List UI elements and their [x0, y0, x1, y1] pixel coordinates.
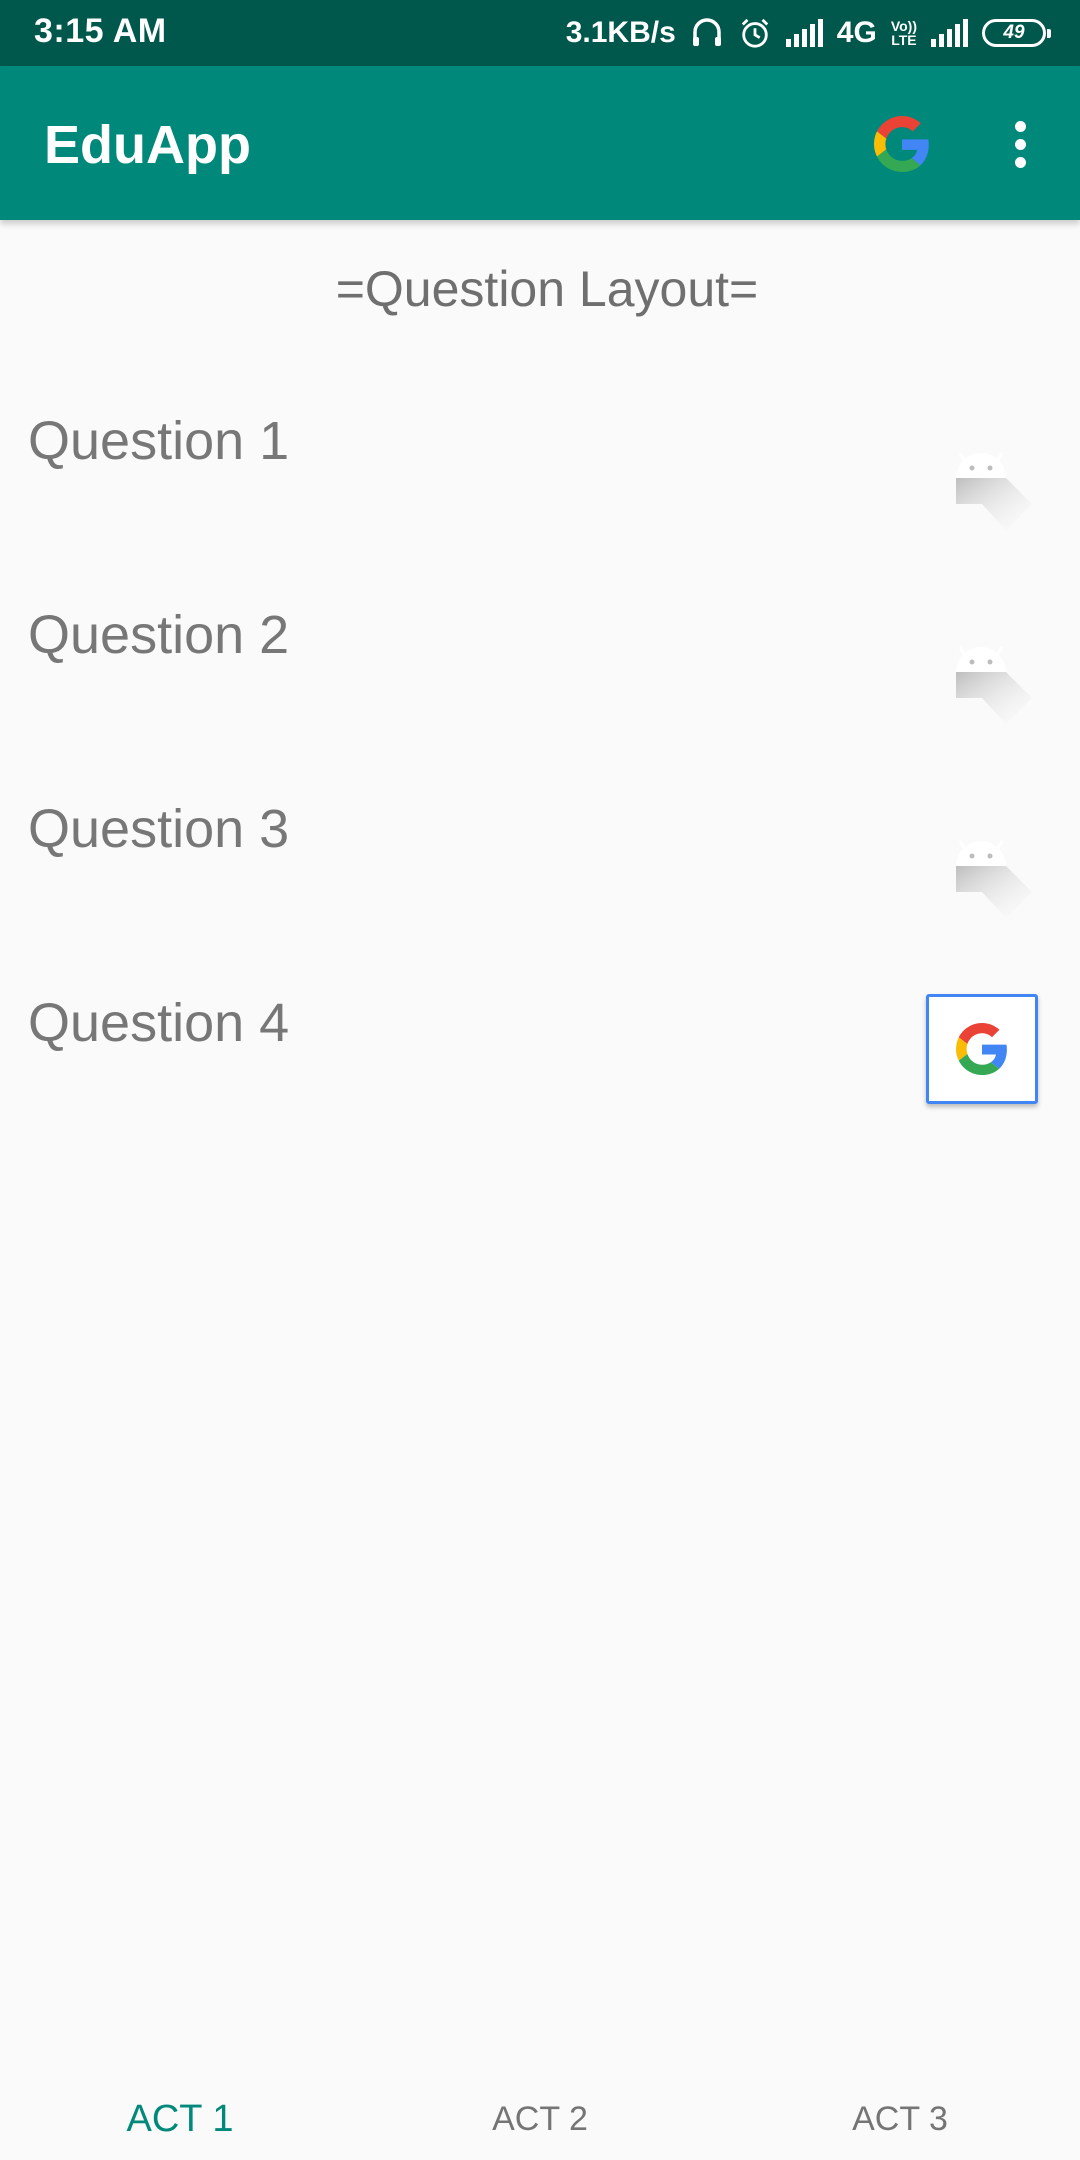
signal-icon — [785, 19, 823, 47]
volte-icon: Vo)) LTE — [891, 19, 917, 47]
status-bar: 3:15 AM 3.1KB/s 4G Vo)) LTE 49 — [0, 0, 1080, 66]
google-signin-button[interactable] — [926, 994, 1038, 1104]
android-icon[interactable] — [950, 440, 1040, 530]
status-indicators: 3.1KB/s 4G Vo)) LTE 49 — [565, 12, 1051, 54]
question-3-label: Question 3 — [28, 799, 290, 859]
tab-act-2[interactable]: ACT 2 — [390, 2100, 690, 2139]
overflow-menu-icon[interactable] — [1000, 112, 1040, 176]
signal-icon-2 — [931, 19, 968, 47]
alarm-icon — [741, 18, 769, 48]
battery-icon: 49 — [982, 19, 1051, 47]
tab-act-1[interactable]: ACT 1 — [30, 2098, 330, 2141]
google-icon — [956, 1023, 1007, 1075]
status-time: 3:15 AM — [34, 12, 167, 50]
app-title: EduApp — [44, 115, 251, 175]
question-layout-header: =Question Layout= — [335, 261, 759, 317]
question-1-label: Question 1 — [28, 411, 290, 471]
network-speed: 3.1KB/s — [565, 16, 676, 49]
network-type: 4G — [836, 16, 877, 49]
tab-act-3[interactable]: ACT 3 — [750, 2100, 1050, 2139]
question-2-label: Question 2 — [28, 605, 290, 665]
headphones-icon — [692, 18, 721, 46]
battery-level: 49 — [1003, 22, 1025, 43]
app-bar: EduApp — [0, 66, 1080, 220]
android-icon[interactable] — [950, 634, 1040, 724]
volte-bottom-label: LTE — [891, 32, 917, 48]
bottom-tab-bar: ACT 1 ACT 2 ACT 3 — [0, 2080, 1080, 2160]
google-icon[interactable] — [874, 116, 930, 172]
android-icon[interactable] — [950, 828, 1040, 918]
question-4-label: Question 4 — [28, 993, 290, 1053]
volte-top-label: Vo)) — [890, 18, 917, 34]
